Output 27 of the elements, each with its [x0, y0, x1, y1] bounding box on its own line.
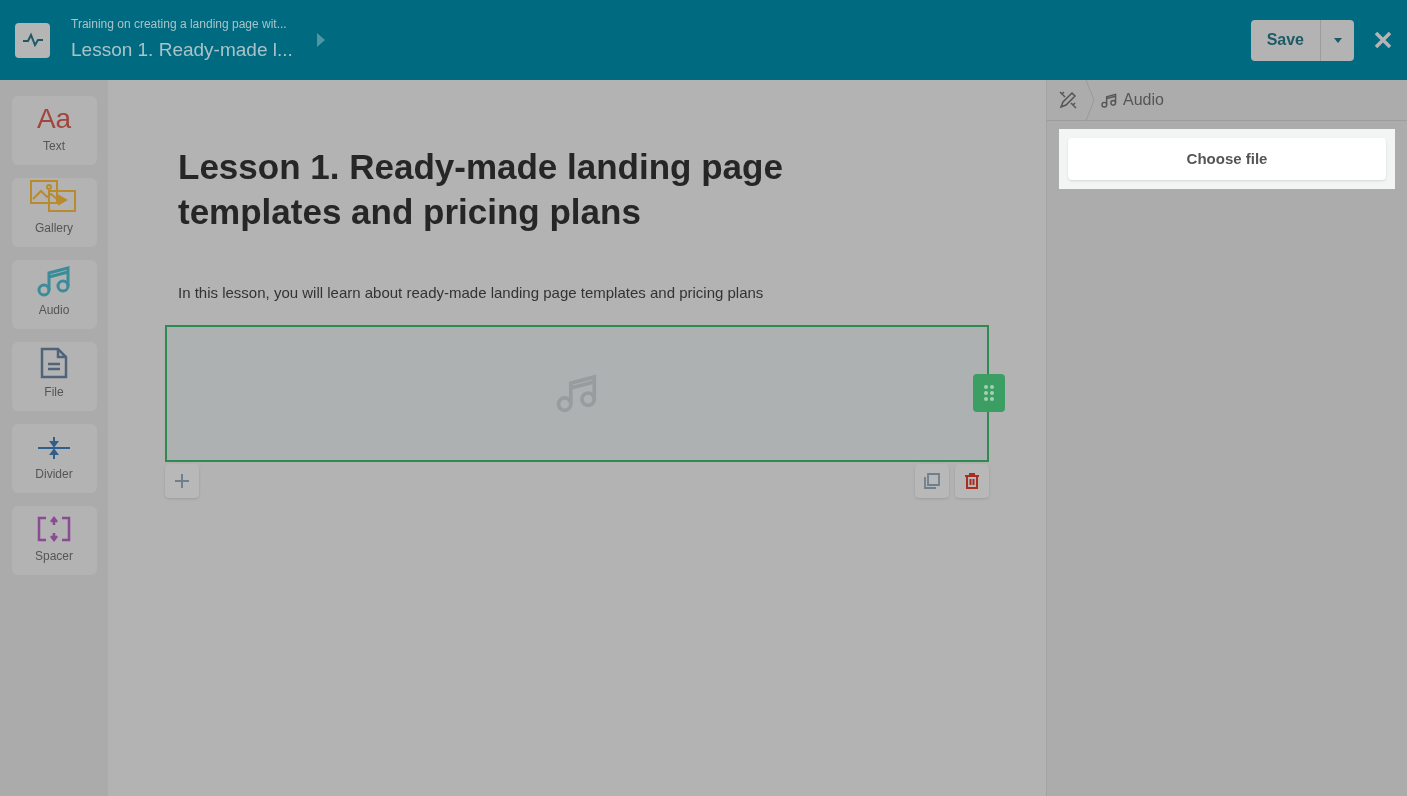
pencil-ruler-icon[interactable]: [1059, 91, 1077, 109]
course-title: Training on creating a landing page wit...: [71, 16, 288, 34]
breadcrumb-label: Audio: [1123, 90, 1164, 110]
copy-icon: [924, 472, 940, 489]
trash-icon: [965, 472, 979, 489]
music-note-icon: [1101, 92, 1117, 108]
tool-item[interactable]: Gallery: [11, 178, 97, 247]
audio-block[interactable]: [165, 324, 989, 462]
copy-button[interactable]: [915, 463, 949, 498]
letters-icon: Aa: [36, 105, 72, 133]
tool-item[interactable]: Audio: [11, 260, 97, 329]
lesson-heading: Lesson 1. Ready-made landing page templates and pricing plans: [178, 146, 784, 233]
plus-icon: [175, 473, 189, 488]
lesson-title: Lesson 1. Ready-made l...: [71, 38, 293, 63]
add-block-button[interactable]: [165, 463, 199, 498]
close-icon[interactable]: [1374, 31, 1392, 49]
app-logo-icon[interactable]: [15, 22, 50, 58]
tool-item[interactable]: File: [11, 342, 97, 411]
caret-right-icon[interactable]: [316, 33, 325, 47]
caret-down-icon: [1333, 37, 1342, 43]
tool-item[interactable]: Aa Text: [11, 96, 97, 165]
delete-button[interactable]: [955, 463, 989, 498]
tool-item[interactable]: Divider: [11, 424, 97, 493]
tool-item[interactable]: Spacer: [11, 506, 97, 575]
choose-file-button[interactable]: Choose file: [1068, 138, 1386, 180]
lesson-intro: In this lesson, you will learn about ready-made landing page templates and pricing plans: [178, 283, 765, 303]
drag-handle[interactable]: [973, 373, 1005, 412]
